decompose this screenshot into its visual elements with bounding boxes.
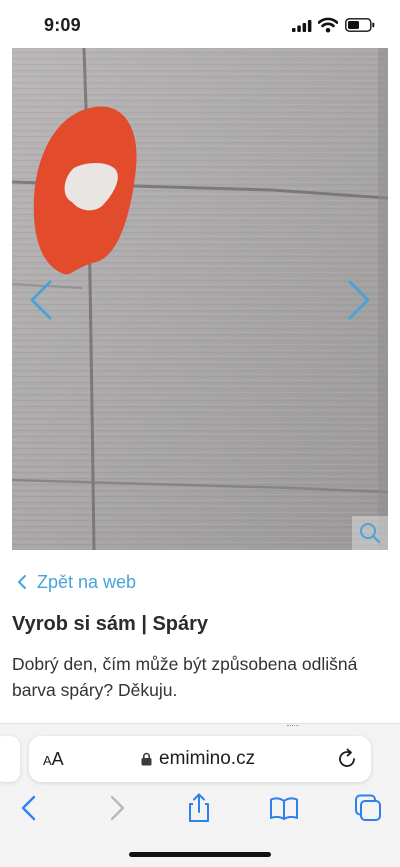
- post-body: Dobrý den, čím může být způsobena odlišn…: [12, 654, 358, 700]
- address-bar[interactable]: AA emimino.cz: [29, 736, 371, 782]
- tile-wall-image: [12, 48, 388, 550]
- chevron-right-icon[interactable]: [346, 278, 372, 322]
- cellular-signal-icon: [292, 20, 312, 32]
- wifi-icon: [318, 17, 338, 33]
- back-icon[interactable]: [14, 792, 46, 824]
- share-icon[interactable]: [183, 792, 215, 824]
- status-bar: 9:09: [0, 0, 400, 50]
- bookmarks-icon[interactable]: [268, 792, 300, 824]
- post-title: Vyrob si sám | Spáry: [12, 613, 209, 635]
- chevron-left-icon[interactable]: [28, 278, 54, 322]
- chevron-left-icon: [18, 575, 26, 589]
- reload-icon[interactable]: [335, 747, 359, 771]
- lock-icon: [141, 752, 152, 766]
- back-to-web-link[interactable]: Zpět na web: [16, 570, 136, 594]
- url-display[interactable]: emimino.cz: [141, 748, 255, 770]
- previous-tab-card[interactable]: [0, 736, 20, 782]
- text-size-small-a: A: [43, 753, 52, 768]
- status-time: 9:09: [44, 15, 81, 35]
- text-size-large-a: A: [51, 749, 64, 769]
- back-link-label: Zpět na web: [37, 571, 137, 592]
- zoom-button[interactable]: [352, 516, 388, 550]
- url-text: emimino.cz: [159, 748, 256, 769]
- battery-icon: [345, 18, 375, 32]
- toolbar-grabber: [287, 725, 299, 728]
- home-indicator[interactable]: [129, 852, 271, 857]
- forward-icon[interactable]: [100, 792, 132, 824]
- tabs-icon[interactable]: [352, 792, 384, 824]
- gallery-photo[interactable]: [12, 48, 388, 550]
- text-size-button[interactable]: AA: [43, 749, 64, 770]
- magnifier-icon: [360, 523, 381, 544]
